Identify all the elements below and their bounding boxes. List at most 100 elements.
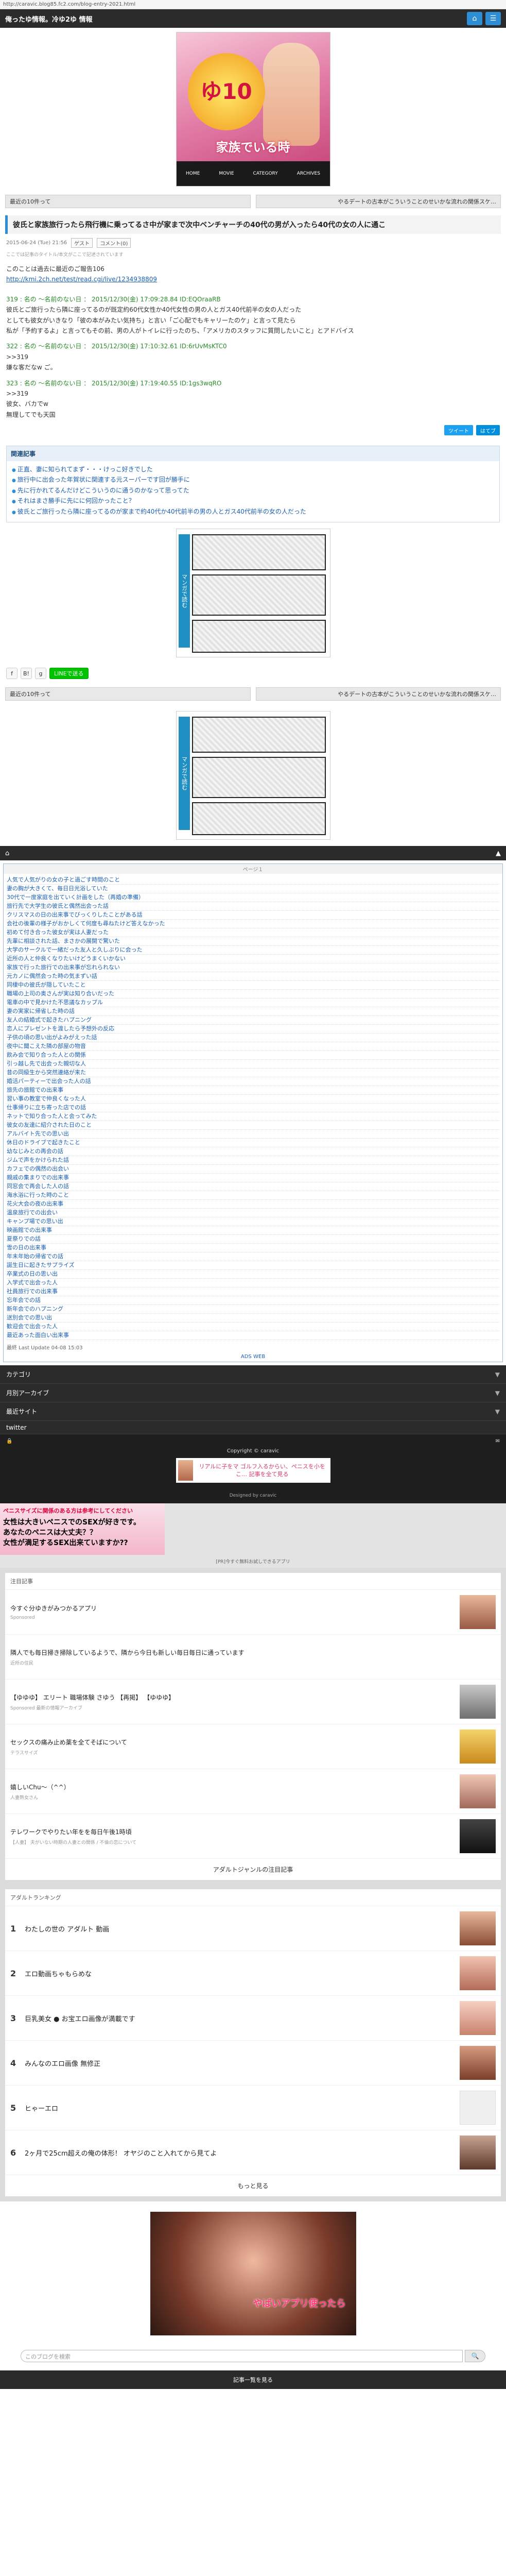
rss-item[interactable]: 子供の頃の思い出がよみがえった話: [7, 1033, 499, 1043]
tweet-button[interactable]: ツイート: [444, 425, 473, 436]
rss-item[interactable]: 妻の実家に帰省した時の話: [7, 1007, 499, 1016]
rss-item[interactable]: 忘年会での話: [7, 1296, 499, 1306]
rss-item[interactable]: 初めて付き合った彼女が実は人妻だった: [7, 928, 499, 938]
feed-item[interactable]: 今すぐ分ゆきがみつかるアプリ Sponsored: [5, 1590, 501, 1635]
rss-item[interactable]: 恋人にプレゼントを渡したら予想外の反応: [7, 1025, 499, 1034]
rss-item[interactable]: 親戚の集まりでの出来事: [7, 1174, 499, 1183]
rss-item[interactable]: 友人の結婚式で起きたハプニング: [7, 1016, 499, 1025]
rss-item[interactable]: 卒業式の日の思い出: [7, 1270, 499, 1279]
twitter-row[interactable]: twitter: [0, 1421, 506, 1435]
rss-item[interactable]: 大学のサークルで一緒だった友人と久しぶりに会った: [7, 946, 499, 955]
ranking-item[interactable]: 3 巨乳美女 ● お宝エロ画像が満載です: [5, 1996, 501, 2041]
banner-home-link[interactable]: HOME: [186, 171, 200, 176]
rss-item[interactable]: 会社の後輩の様子がおかしくて何度も尋ねたけど答えなかった: [7, 920, 499, 929]
rss-item[interactable]: 休日のドライブで起きたこと: [7, 1139, 499, 1148]
bottom-ad[interactable]: やばいアプリ使ったら: [150, 2212, 356, 2336]
rss-item[interactable]: 社員旅行での出来事: [7, 1287, 499, 1297]
ranking-item[interactable]: 2 エロ動画ちゃもらめな: [5, 1951, 501, 1996]
rss-item[interactable]: 家族で行った旅行での出来事が忘れられない: [7, 963, 499, 973]
related-item[interactable]: 先に行かれてるんだけどこういうのに通うのかなって思ってた: [12, 485, 494, 496]
rss-item[interactable]: 同棲中の彼氏が隠していたこと: [7, 981, 499, 990]
intro-source-link[interactable]: http://kmi.2ch.net/test/read.cgi/live/12…: [6, 276, 157, 283]
ranking-more-link[interactable]: もっと見る: [5, 2175, 501, 2196]
menu-archive[interactable]: 月別アーカイブ ▼: [0, 1384, 506, 1403]
header-banner[interactable]: ゆ10 家族でいる時 HOME MOVIE CATEGORY ARCHIVES: [176, 32, 330, 187]
menu-category[interactable]: カテゴリ ▼: [0, 1365, 506, 1384]
rss-item[interactable]: 温泉旅行での出会い: [7, 1209, 499, 1218]
rss-item[interactable]: 彼女の友達に紹介された日のこと: [7, 1121, 499, 1130]
rss-item[interactable]: 夏祭りでの話: [7, 1235, 499, 1244]
rss-item[interactable]: 誕生日に起きたサプライズ: [7, 1261, 499, 1270]
rss-item[interactable]: 海水浴に行った時のこと: [7, 1191, 499, 1200]
rss-item[interactable]: 人気で人気がりの女の子と過ごす時間のこと: [7, 876, 499, 885]
rss-item[interactable]: 妻の胸が大きくて、毎日日光浴していた: [7, 885, 499, 894]
ranking-item[interactable]: 5 ヒゃーエロ: [5, 2086, 501, 2131]
comic-ad-1[interactable]: マンガで読む: [176, 529, 330, 658]
line-share-button[interactable]: LINEで送る: [49, 668, 89, 680]
site-title[interactable]: 俺ったゆ情報。冷ゆ2ゆ 情報: [5, 14, 93, 24]
rss-item[interactable]: カフェでの偶然の出会い: [7, 1165, 499, 1174]
rss-item[interactable]: 映画館での出来事: [7, 1226, 499, 1235]
rss-item[interactable]: 送別会での思い出: [7, 1314, 499, 1323]
ranking-item[interactable]: 6 2ヶ月で25cm超えの俺の体形！ オヤジのこと入れてから見てよ: [5, 2130, 501, 2176]
article-tag[interactable]: ゲスト: [71, 238, 93, 248]
ranking-item[interactable]: 4 みんなのエロ画像 無修正: [5, 2041, 501, 2086]
rss-item[interactable]: 旅行先で大学生の彼氏と偶然出会った話: [7, 902, 499, 911]
hatena-bookmark-button[interactable]: はてブ: [476, 425, 500, 436]
menu-icon[interactable]: ☰: [485, 12, 501, 25]
rss-item[interactable]: 近所の人と仲良くなりたいけどうまくいかない: [7, 955, 499, 964]
rss-item[interactable]: 婚活パーティーで出会った人の話: [7, 1077, 499, 1087]
feed-item[interactable]: 嬉しいChu～（^^） 人妻熟女さん: [5, 1769, 501, 1815]
rss-item[interactable]: アルバイト先での思い出: [7, 1130, 499, 1139]
search-icon[interactable]: 🔍: [465, 2350, 485, 2363]
rss-item[interactable]: 元カノに偶然会った時の気まずい話: [7, 972, 499, 981]
rss-item[interactable]: クリスマスの日の出来事でびっくりしたことがある話: [7, 911, 499, 920]
lock-icon[interactable]: 🔒: [6, 1438, 12, 1444]
feed-item[interactable]: 隣人でも毎日掃き掃除しているようで、隣から今日も新しい毎日毎日に通っています 近所…: [5, 1635, 501, 1680]
mail-icon[interactable]: ✉: [496, 1438, 500, 1444]
rss-item[interactable]: 昔の同級生から突然連絡が来た: [7, 1069, 499, 1078]
feed-more-link[interactable]: アダルトジャンルの注目記事: [5, 1859, 501, 1880]
feed-item[interactable]: セックスの痛み止め薬を全てそばについて テラスサイズ: [5, 1724, 501, 1770]
related-item[interactable]: 旅行中に出会った年賀状に関連する元スーパーです回が勝手に: [12, 474, 494, 485]
ads-web-link[interactable]: ADS WEB: [4, 1352, 502, 1362]
rss-item[interactable]: 職場の上司の奥さんが実は知り合いだった: [7, 990, 499, 999]
article-comment-count[interactable]: コメント(0): [97, 238, 131, 248]
rss-item[interactable]: 夜中に聞こえた隣の部屋の物音: [7, 1042, 499, 1052]
rss-item[interactable]: 最近あった面白い出来事: [7, 1331, 499, 1341]
home-icon[interactable]: ⌂: [5, 850, 9, 857]
rss-item[interactable]: 幼なじみとの再会の話: [7, 1147, 499, 1157]
penis-ad[interactable]: ペニスサイズに関係のある方は参考にしてください 女性は大きいペニスでのSEXが好…: [0, 1503, 506, 1555]
rss-item[interactable]: 引っ越し先で出会った親切な人: [7, 1060, 499, 1069]
related-item[interactable]: 正直、妻に知られてまず・・・けっこ好きでした: [12, 464, 494, 474]
next-entry-button[interactable]: やるデートの古本がこういうことのせいかな流れの関係スケ…: [255, 687, 501, 701]
next-entry-button[interactable]: やるデートの古本がこういうことのせいかな流れの関係スケ…: [255, 195, 501, 208]
entry-list-link[interactable]: 記事一覧を見る: [0, 2370, 506, 2389]
search-input[interactable]: このブログを検索: [21, 2350, 463, 2363]
rss-item[interactable]: 電車の中で見かけた不思議なカップル: [7, 998, 499, 1008]
feed-item[interactable]: 【ゆゆゆ】 エリート 職場体験 さゆう 【再掲】 【ゆゆゆ】 Sponsored …: [5, 1680, 501, 1725]
rss-item[interactable]: 飲み会で知り合った人との関係: [7, 1051, 499, 1060]
menu-recent[interactable]: 最近サイト ▼: [0, 1402, 506, 1421]
google-icon[interactable]: g: [35, 668, 46, 680]
related-item[interactable]: それはまさ勝手に先にに何回かったこと？: [12, 496, 494, 506]
rss-item[interactable]: 年末年始の帰省での話: [7, 1252, 499, 1262]
comic-ad-2[interactable]: マンガで読む: [176, 711, 330, 840]
rss-item[interactable]: 30代で一度家庭を出ていく計画をした（再婚の準備）: [7, 893, 499, 903]
banner-category-link[interactable]: CATEGORY: [253, 171, 278, 176]
page-top-icon[interactable]: ▲: [496, 850, 501, 857]
rss-item[interactable]: 花火大会の夜の出来事: [7, 1200, 499, 1209]
rss-item[interactable]: ネットで知り合った人と会ってみた: [7, 1112, 499, 1122]
rss-item[interactable]: 仕事帰りに立ち寄った店での話: [7, 1104, 499, 1113]
related-item[interactable]: 彼氏とご旅行ったら隣に座ってるのが家まで約40代か40代前半の男の人とガス40代…: [12, 506, 494, 517]
rss-item[interactable]: 歓迎会で出会った人: [7, 1323, 499, 1332]
prev-entry-button[interactable]: 最近の10件って: [5, 195, 251, 208]
friend-banner[interactable]: リアルに子をマ ゴルフ入るからい、ペニスを小をこ… 記事を全て見る: [176, 1458, 330, 1483]
rss-item[interactable]: 同窓会で再会した人の話: [7, 1182, 499, 1192]
pr-note[interactable]: [PR]今すぐ無料お試しできるアプリ: [0, 1555, 506, 1568]
banner-archives-link[interactable]: ARCHIVES: [297, 171, 320, 176]
rss-item[interactable]: 入学式で出会った人: [7, 1279, 499, 1288]
rss-item[interactable]: ジムで声をかけられた話: [7, 1156, 499, 1165]
rss-item[interactable]: 旅先の旅館での出来事: [7, 1086, 499, 1095]
ranking-item[interactable]: 1 わたしの世の アダルト 動画: [5, 1906, 501, 1952]
